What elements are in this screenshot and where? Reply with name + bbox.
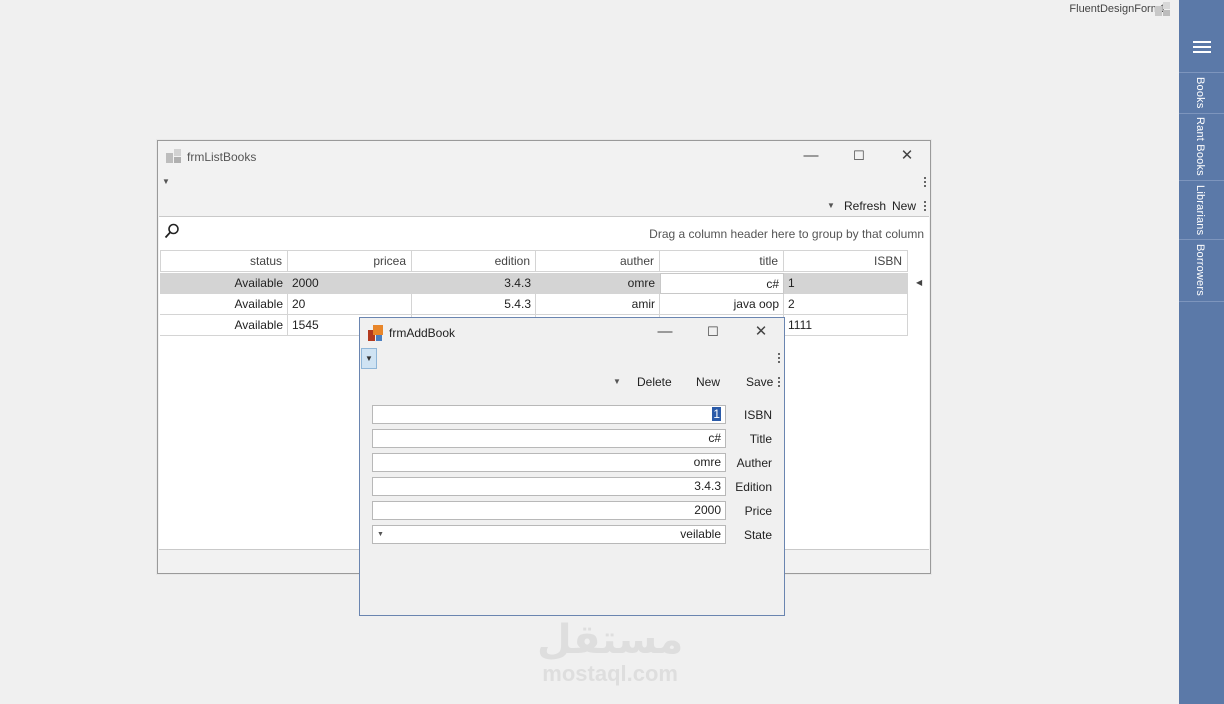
title-label: Title <box>749 432 772 446</box>
menu-overflow-icon[interactable] <box>778 353 781 365</box>
sidebar-item-borrowers[interactable]: Borrowers <box>1179 240 1224 302</box>
cell-edition[interactable]: 5.4.3 <box>412 294 536 315</box>
toolbar-dropdown-icon[interactable]: ▼ <box>827 201 835 210</box>
sidebar-item-books[interactable]: Books <box>1179 72 1224 114</box>
price-field[interactable]: 2000 <box>372 501 726 520</box>
toolbar-dropdown-icon[interactable]: ▼ <box>613 377 621 386</box>
new-button[interactable]: New <box>696 375 720 389</box>
isbn-label: ISBN <box>743 408 772 422</box>
cell-status[interactable]: Available <box>160 273 288 294</box>
cell-status[interactable]: Available <box>160 294 288 315</box>
auther-label: Auther <box>736 456 772 470</box>
window-title: frmAddBook <box>389 326 456 340</box>
window-icon <box>166 149 182 166</box>
column-header-title[interactable]: title <box>660 250 784 272</box>
save-button[interactable]: Save <box>746 375 773 389</box>
search-icon[interactable] <box>164 223 180 242</box>
delete-button[interactable]: Delete <box>637 375 672 389</box>
minimize-button[interactable]: — <box>655 322 675 342</box>
close-button[interactable]: ✕ <box>897 146 917 166</box>
cell-price[interactable]: 2000 <box>288 273 412 294</box>
auther-field[interactable]: omre <box>372 453 726 472</box>
menu-dropdown-icon[interactable]: ▼ <box>361 348 377 369</box>
sidebar: Books Rant Books Librarians Borrowers <box>1179 0 1224 704</box>
refresh-button[interactable]: Refresh <box>844 199 886 213</box>
app-title: FluentDesignForm1 <box>1069 3 1166 15</box>
row-indicator-icon: ◀ <box>916 278 923 287</box>
menu-dropdown-icon[interactable]: ▼ <box>162 177 170 186</box>
window-title: frmListBooks <box>187 150 257 164</box>
column-header-edition[interactable]: edition <box>412 250 536 272</box>
chevron-down-icon[interactable]: ▼ <box>377 526 384 543</box>
isbn-value: 1 <box>712 407 721 421</box>
state-select[interactable]: ▼ veilable <box>372 525 726 544</box>
maximize-button[interactable]: ☐ <box>703 322 723 342</box>
cell-title[interactable]: java oop <box>660 294 784 315</box>
state-value: veilable <box>680 527 721 541</box>
toolbar-overflow-icon[interactable] <box>924 201 927 213</box>
window-icon <box>368 325 384 344</box>
sidebar-item-rant-books[interactable]: Rant Books <box>1179 113 1224 181</box>
sidebar-item-librarians[interactable]: Librarians <box>1179 181 1224 240</box>
new-button[interactable]: New <box>892 199 916 213</box>
cell-title[interactable]: c# <box>660 273 784 294</box>
column-header-pricea[interactable]: pricea <box>288 250 412 272</box>
cell-auther[interactable]: omre <box>536 273 660 294</box>
cell-isbn[interactable]: 2 <box>784 294 908 315</box>
maximize-button[interactable]: ☐ <box>849 146 869 166</box>
hamburger-menu-icon[interactable] <box>1179 36 1224 60</box>
app-logo-icon <box>1155 2 1171 16</box>
sidebar-item-label: Borrowers <box>1194 244 1206 296</box>
state-label: State <box>743 528 772 542</box>
cell-isbn[interactable]: 1111 <box>784 315 908 336</box>
sidebar-item-label: Rant Books <box>1194 117 1206 176</box>
isbn-field[interactable]: 1 <box>372 405 726 424</box>
column-header-isbn[interactable]: ISBN <box>784 250 908 272</box>
cell-edition[interactable]: 3.4.3 <box>412 273 536 294</box>
title-field[interactable]: c# <box>372 429 726 448</box>
group-panel-hint: Drag a column header here to group by th… <box>649 227 924 241</box>
add-book-window: frmAddBook — ☐ ✕ ▼ ▼ Delete New Save 1 I… <box>359 317 785 616</box>
cell-auther[interactable]: amir <box>536 294 660 315</box>
sidebar-item-label: Books <box>1194 77 1206 109</box>
close-button[interactable]: ✕ <box>751 322 771 342</box>
menu-overflow-icon[interactable] <box>924 177 927 189</box>
cell-price[interactable]: 20 <box>288 294 412 315</box>
column-header-status[interactable]: status <box>160 250 288 272</box>
toolbar-overflow-icon[interactable] <box>778 377 781 389</box>
watermark-logo: مستقل mostaql.com <box>537 617 684 686</box>
edition-field[interactable]: 3.4.3 <box>372 477 726 496</box>
price-label: Price <box>744 504 772 518</box>
column-header-auther[interactable]: auther <box>536 250 660 272</box>
cell-status[interactable]: Available <box>160 315 288 336</box>
cell-isbn[interactable]: 1 <box>784 273 908 294</box>
edition-label: Edition <box>735 480 772 494</box>
minimize-button[interactable]: — <box>801 146 821 166</box>
sidebar-item-label: Librarians <box>1194 185 1206 236</box>
